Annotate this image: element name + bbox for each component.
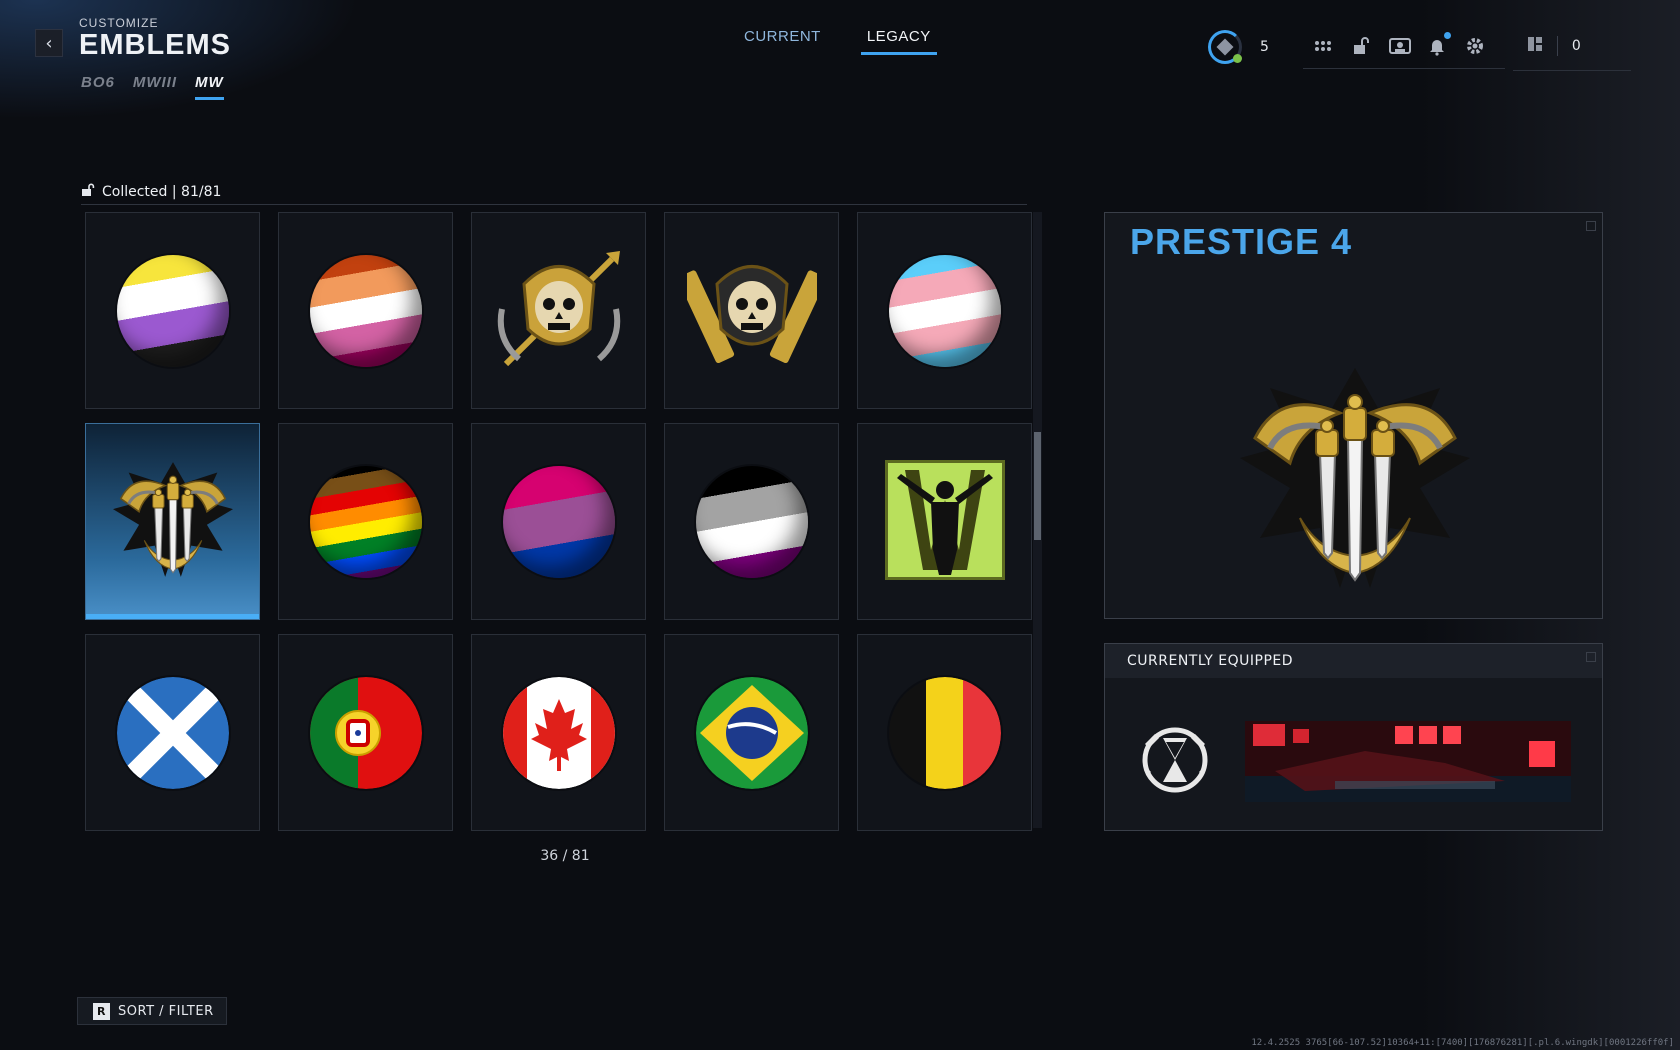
emblem-tile[interactable] [471, 212, 646, 409]
emblem-tile[interactable] [85, 212, 260, 409]
rank-icon [1216, 38, 1234, 55]
mode-tabs: CURRENT LEGACY [738, 28, 937, 55]
prestige-4-emblem [112, 462, 233, 581]
page-title: EMBLEMS [79, 29, 231, 61]
tab-bo6[interactable]: BO6 [81, 74, 115, 100]
emblem-preview-panel: PRESTIGE 4 [1104, 212, 1603, 619]
emblem-tile[interactable] [664, 423, 839, 620]
bisexual-flag-emblem [502, 465, 615, 578]
belgium-flag-emblem [888, 676, 1001, 789]
emblem-tile[interactable] [857, 212, 1032, 409]
hourglass-reaper-icon [1135, 724, 1215, 800]
settings-gear-icon[interactable] [1465, 36, 1485, 56]
currently-equipped-panel: CURRENTLY EQUIPPED [1104, 643, 1603, 831]
hooded-skull-emblem [494, 249, 624, 373]
build-version-string: 12.4.2525 3765[66-107.52]10364+11:[7400]… [1251, 1038, 1674, 1048]
emblem-tile[interactable] [857, 423, 1032, 620]
unlock-icon [81, 183, 95, 201]
notification-bell-icon[interactable] [1427, 32, 1451, 56]
unlock-icon[interactable] [1351, 36, 1371, 56]
asexual-flag-emblem [695, 465, 808, 578]
emblem-tile[interactable] [278, 423, 453, 620]
brazil-flag-emblem [695, 676, 808, 789]
emblem-tile[interactable] [664, 212, 839, 409]
emblem-tile[interactable] [857, 634, 1032, 831]
equipped-calling-card [1245, 721, 1571, 802]
progress-pride-flag-emblem [309, 465, 422, 578]
tab-mw[interactable]: MW [195, 74, 224, 100]
tab-mwiii[interactable]: MWIII [133, 74, 177, 100]
sort-filter-label: SORT / FILTER [118, 1003, 214, 1019]
emblem-tile[interactable] [85, 634, 260, 831]
social-icon[interactable] [1388, 36, 1411, 56]
rank-value: 5 [1260, 38, 1269, 55]
emblem-tile[interactable] [471, 423, 646, 620]
portugal-flag-emblem [309, 676, 422, 789]
panel-corner-mark [1586, 221, 1596, 231]
menu-grid-icon[interactable] [1313, 36, 1333, 56]
emblem-tile[interactable] [664, 634, 839, 831]
currency-divider [1556, 36, 1558, 56]
prestige-emblem-large [1240, 368, 1470, 592]
collection-status: Collected | 81/81 [81, 180, 1027, 205]
tab-legacy[interactable]: LEGACY [860, 28, 937, 55]
player-hud: 5 0 [1208, 22, 1631, 71]
panel-corner-mark [1586, 652, 1596, 662]
preview-title: PRESTIGE 4 [1130, 221, 1353, 262]
emblem-tile[interactable] [278, 634, 453, 831]
collection-count: Collected | 81/81 [102, 184, 222, 200]
emblem-tile[interactable] [471, 634, 646, 831]
notification-badge [1443, 32, 1451, 39]
soldier-w-emblem [881, 456, 1008, 584]
tab-current[interactable]: CURRENT [738, 28, 827, 55]
cod-points-icon [1527, 34, 1543, 58]
scrollbar-thumb[interactable] [1034, 432, 1041, 540]
online-status-dot [1233, 53, 1242, 63]
back-button[interactable]: ‹ [35, 29, 63, 57]
game-tabs: BO6 MWIII MW [81, 74, 224, 100]
chevron-left-icon: ‹ [45, 32, 53, 54]
scotland-flag-emblem [116, 676, 229, 789]
hud-icon-bar [1302, 32, 1505, 69]
transgender-flag-emblem [888, 254, 1001, 367]
currency-display[interactable]: 0 [1512, 34, 1631, 71]
page-counter: 36 / 81 [540, 848, 590, 864]
r-key-icon: R [93, 1002, 110, 1020]
rifles-skull-emblem [677, 249, 826, 373]
lesbian-flag-emblem [309, 254, 422, 367]
page-subtitle: CUSTOMIZE [79, 16, 159, 30]
page-title-block: CUSTOMIZE EMBLEMS [79, 16, 231, 60]
emblem-tile[interactable] [85, 423, 260, 620]
emblem-tile[interactable] [278, 212, 453, 409]
sort-filter-button[interactable]: R SORT / FILTER [77, 997, 227, 1025]
canada-flag-emblem [502, 676, 615, 789]
grid-scrollbar[interactable] [1033, 212, 1042, 828]
emblem-grid [85, 212, 1032, 831]
equipped-heading: CURRENTLY EQUIPPED [1105, 644, 1602, 678]
nonbinary-flag-emblem [116, 254, 229, 367]
rank-progress-ring[interactable] [1208, 29, 1242, 64]
currency-value: 0 [1571, 38, 1581, 54]
